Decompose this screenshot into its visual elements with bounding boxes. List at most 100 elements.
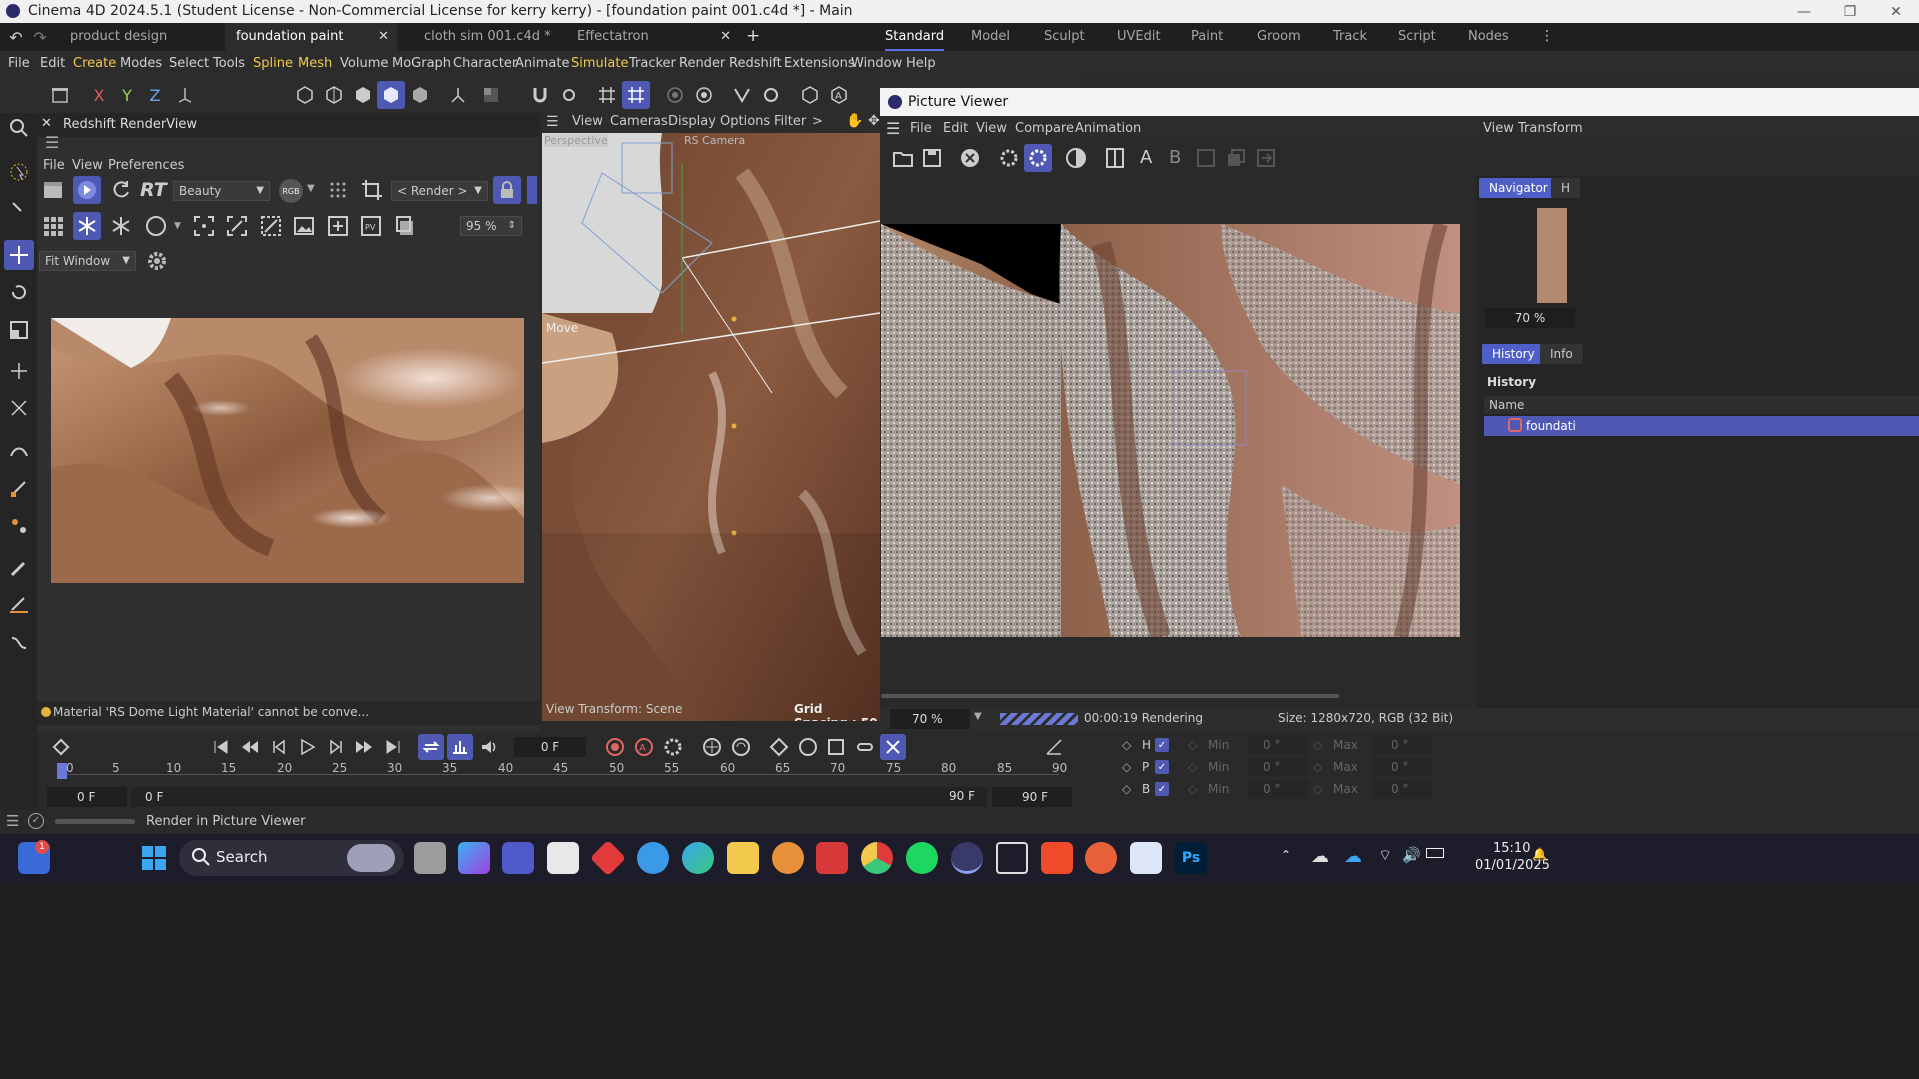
key-diamond-icon[interactable]: ◇	[1188, 760, 1197, 774]
layout-tab-model[interactable]: Model	[971, 23, 1010, 51]
swap-icon[interactable]	[1192, 144, 1220, 172]
tab-navigator[interactable]: Navigator	[1479, 178, 1558, 198]
key-diamond-icon[interactable]: ◇	[1188, 782, 1197, 796]
rgb-channel-icon[interactable]: RGB	[279, 179, 303, 203]
min-field[interactable]: 0 °	[1248, 758, 1308, 776]
taskbar-search[interactable]: Search	[179, 840, 404, 876]
hamburger-menu-icon[interactable]: ☰	[6, 812, 19, 830]
tab-foundation-paint[interactable]: foundation paint 001.c4d *✕	[225, 23, 397, 72]
layout-tab-script[interactable]: Script	[1398, 23, 1436, 51]
view-transform-menu[interactable]: View Transform	[1483, 121, 1583, 136]
menu-mesh[interactable]: Mesh	[298, 56, 332, 71]
menu-mograph[interactable]: MoGraph	[392, 56, 451, 71]
tab-info[interactable]: Info	[1540, 344, 1583, 364]
compare-b-button[interactable]: B	[1169, 147, 1181, 168]
autokey-icon[interactable]: A	[631, 734, 657, 760]
menu-edit[interactable]: Edit	[40, 56, 65, 71]
redo-icon[interactable]: ↷	[30, 27, 50, 47]
menu-select[interactable]: Select	[169, 56, 209, 71]
key-diamond-icon[interactable]: ◇	[1313, 782, 1322, 796]
open-folder-icon[interactable]	[889, 144, 917, 172]
pv-zoom-field[interactable]: 70 %	[890, 709, 970, 729]
pv-menu-view[interactable]: View	[976, 121, 1007, 136]
battery-icon[interactable]	[1426, 848, 1444, 858]
chevron-down-icon[interactable]: ▼	[307, 183, 315, 194]
vp-menu-more[interactable]: >	[812, 114, 823, 129]
brave-icon[interactable]	[1041, 842, 1073, 874]
pv-icon[interactable]: PV	[357, 212, 385, 240]
photoshop-icon[interactable]: Ps	[1175, 842, 1207, 874]
circle-icon[interactable]	[142, 212, 170, 240]
edge-icon[interactable]	[682, 842, 714, 874]
timeline-ruler[interactable]: 0 5 10 15 20 25 30 35 40 45 50 55 60 65 …	[57, 761, 1067, 783]
dots-grid-icon[interactable]	[324, 176, 352, 204]
loop-icon[interactable]	[418, 734, 444, 760]
max-field[interactable]: 0 °	[1373, 758, 1433, 776]
vp-menu-filter[interactable]: Filter	[774, 114, 806, 129]
snowflake-icon[interactable]	[73, 212, 101, 240]
layout-tab-paint[interactable]: Paint	[1191, 23, 1223, 51]
transform-icon[interactable]	[4, 356, 34, 386]
z-axis-lock-icon[interactable]: Z	[141, 81, 169, 109]
fit-icon[interactable]	[223, 212, 251, 240]
rt-toggle[interactable]: RT	[140, 179, 167, 201]
app-diamond-icon[interactable]	[589, 839, 627, 877]
previous-frame-icon[interactable]	[266, 734, 292, 760]
pv-menu-compare[interactable]: Compare	[1015, 121, 1074, 136]
sound-icon[interactable]	[476, 734, 502, 760]
file-explorer-icon[interactable]	[727, 842, 759, 874]
model-mode-icon[interactable]	[377, 81, 405, 109]
grid-view-icon[interactable]	[39, 212, 67, 240]
menu-render[interactable]: Render	[679, 56, 725, 71]
fit-window-dropdown[interactable]: Fit Window ▼	[39, 251, 136, 271]
tweak-icon[interactable]	[4, 193, 34, 223]
aov-dropdown[interactable]: Beauty ▼	[173, 181, 270, 201]
hamburger-menu-icon[interactable]: ☰	[45, 133, 59, 152]
chrome-icon[interactable]	[861, 842, 893, 874]
clapper-icon[interactable]	[39, 176, 67, 204]
layout-tab-nodes[interactable]: Nodes	[1468, 23, 1509, 51]
menu-extensions[interactable]: Extensions	[784, 56, 855, 71]
clock-time[interactable]: 15:10	[1493, 841, 1530, 856]
teams-icon[interactable]	[502, 842, 534, 874]
key-diamond-icon[interactable]: ◇	[1122, 760, 1131, 774]
pv-menu-animation[interactable]: Animation	[1075, 121, 1141, 136]
render-settings-icon[interactable]	[690, 81, 718, 109]
store-icon[interactable]	[547, 842, 579, 874]
add-snapshot-icon[interactable]	[324, 212, 352, 240]
brush-icon[interactable]	[4, 553, 34, 583]
key-diamond-icon[interactable]: ◇	[1313, 760, 1322, 774]
pv-menu-file[interactable]: File	[910, 121, 932, 136]
rs-menu-view[interactable]: View	[72, 158, 103, 173]
rs-hex-icon[interactable]	[796, 81, 824, 109]
min-field[interactable]: 0 °	[1248, 736, 1308, 754]
range-slider[interactable]: 0 F	[131, 787, 987, 807]
rotate-tool-icon[interactable]	[4, 277, 34, 307]
menu-volume[interactable]: Volume	[340, 56, 388, 71]
menu-file[interactable]: File	[8, 56, 30, 71]
magnet-icon[interactable]	[526, 81, 554, 109]
key-rotation-icon[interactable]	[795, 734, 821, 760]
layers-icon[interactable]	[1222, 144, 1250, 172]
hamburger-menu-icon[interactable]: ☰	[546, 114, 559, 130]
texture-mode-icon[interactable]	[406, 81, 434, 109]
maximize-button[interactable]: ❐	[1827, 0, 1873, 23]
mcafee-icon[interactable]	[816, 842, 848, 874]
export-icon[interactable]	[1252, 144, 1280, 172]
max-field[interactable]: 0 °	[1373, 736, 1433, 754]
go-to-end-icon[interactable]	[380, 734, 406, 760]
previous-key-icon[interactable]	[237, 734, 263, 760]
rs-a-icon[interactable]: A	[825, 81, 853, 109]
onedrive-blue-icon[interactable]: ☁	[1344, 846, 1362, 867]
axis-mode-icon[interactable]	[444, 81, 472, 109]
object-mode-icon[interactable]	[46, 81, 74, 109]
rs-settings-icon[interactable]	[757, 81, 785, 109]
redshift-app-icon[interactable]	[1130, 842, 1162, 874]
menu-modes[interactable]: Modes	[120, 56, 162, 71]
pv-menu-edit[interactable]: Edit	[943, 121, 968, 136]
key-diamond-icon[interactable]: ◇	[1122, 738, 1131, 752]
menu-window[interactable]: Window	[851, 56, 902, 71]
focus-icon[interactable]	[190, 212, 218, 240]
key-pla-icon[interactable]	[880, 734, 906, 760]
menu-redshift[interactable]: Redshift	[729, 56, 782, 71]
